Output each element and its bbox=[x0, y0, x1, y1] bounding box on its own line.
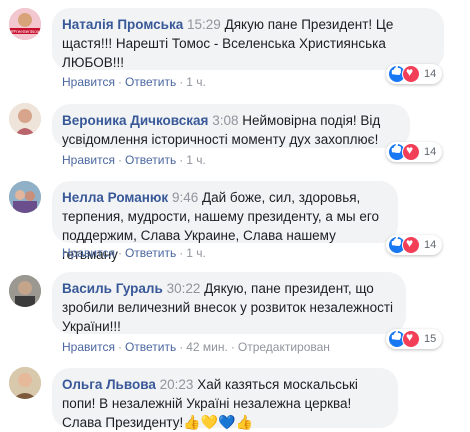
like-link[interactable]: Нравится bbox=[62, 340, 115, 354]
edited-label[interactable]: Отредактирован bbox=[238, 340, 330, 354]
love-reaction-icon bbox=[402, 330, 420, 348]
comment-author[interactable]: Ольга Львова bbox=[62, 377, 156, 392]
comment-author[interactable]: Василь Гураль bbox=[62, 281, 163, 296]
reaction-count: 15 bbox=[424, 333, 437, 345]
love-reaction-icon bbox=[402, 65, 420, 83]
like-link[interactable]: Нравится bbox=[62, 75, 115, 89]
like-link[interactable]: Нравится bbox=[62, 153, 115, 167]
avatar[interactable] bbox=[9, 367, 41, 399]
avatar[interactable] bbox=[9, 275, 41, 307]
comment-bubble: Вероника Дичковская 3:08 Неймовірна поді… bbox=[52, 104, 410, 148]
avatar[interactable] bbox=[9, 103, 41, 135]
comment-author[interactable]: Нелла Романюк bbox=[62, 190, 168, 205]
comment-time: 9:46 bbox=[171, 190, 199, 205]
comment-author[interactable]: Наталія Промська bbox=[62, 17, 183, 32]
love-reaction-icon bbox=[402, 143, 420, 161]
comment-time: 30:22 bbox=[166, 281, 201, 296]
reply-link[interactable]: Ответить bbox=[125, 75, 176, 89]
comment-time: 15:29 bbox=[187, 17, 221, 32]
avatar[interactable] bbox=[9, 181, 41, 213]
comment-actions: Нравится · Ответить · 42 мин. · Отредактирован bbox=[62, 340, 330, 354]
reaction-count: 14 bbox=[424, 146, 437, 158]
comment-age: 42 мин. bbox=[186, 340, 228, 354]
comment-age: 1 ч. bbox=[186, 75, 206, 89]
reactions-badge[interactable]: 14 bbox=[386, 64, 443, 84]
comment-time: 20:23 bbox=[159, 377, 194, 392]
comment-actions: Нравится · Ответить · 1 ч. bbox=[62, 246, 206, 260]
reply-link[interactable]: Ответить bbox=[125, 153, 176, 167]
reply-link[interactable]: Ответить bbox=[125, 340, 176, 354]
avatar-caption: #FreeSentsov bbox=[11, 29, 40, 34]
reaction-count: 14 bbox=[424, 239, 437, 251]
comment-actions: Нравится · Ответить · 1 ч. bbox=[62, 75, 206, 89]
reactions-badge[interactable]: 14 bbox=[386, 235, 443, 255]
reaction-count: 14 bbox=[424, 68, 437, 80]
comment-author[interactable]: Вероника Дичковская bbox=[62, 113, 208, 128]
comment-bubble: Нелла Романюк 9:46 Дай боже, сил, здоров… bbox=[52, 181, 398, 262]
comment-age: 1 ч. bbox=[186, 246, 206, 260]
reactions-badge[interactable]: 15 bbox=[386, 329, 443, 349]
avatar[interactable]: #FreeSentsov bbox=[9, 8, 41, 40]
comment-bubble: Наталія Промська 15:29 Дякую пане Презид… bbox=[52, 8, 444, 70]
comment-time: 3:08 bbox=[212, 113, 239, 128]
like-link[interactable]: Нравится bbox=[62, 246, 115, 260]
comment-age: 1 ч. bbox=[186, 153, 206, 167]
comment-bubble: Василь Гураль 30:22 Дякую, пане президен… bbox=[52, 272, 406, 334]
comment-actions: Нравится · Ответить · 1 ч. bbox=[62, 153, 206, 167]
reply-link[interactable]: Ответить bbox=[125, 246, 176, 260]
reactions-badge[interactable]: 14 bbox=[386, 142, 443, 162]
comment-bubble: Ольга Львова 20:23 Хай казяться москальс… bbox=[52, 368, 398, 430]
emoji-reaction-text: 👍💛💙👍 bbox=[183, 414, 253, 430]
love-reaction-icon bbox=[402, 236, 420, 254]
